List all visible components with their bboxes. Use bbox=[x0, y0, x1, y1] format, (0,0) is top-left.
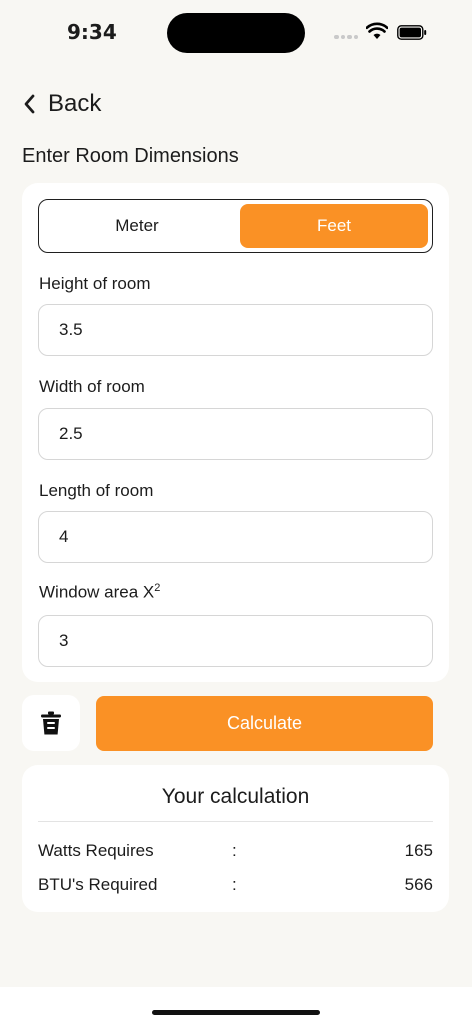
result-separator: : bbox=[232, 841, 237, 860]
chevron-left-icon bbox=[24, 94, 35, 114]
result-label: Watts Requires bbox=[38, 841, 154, 860]
section-title: Enter Room Dimensions bbox=[22, 145, 239, 167]
window-label: Window area X2 bbox=[39, 582, 160, 603]
window-label-sup: 2 bbox=[154, 582, 161, 594]
signal-icon bbox=[334, 35, 358, 39]
width-label: Width of room bbox=[39, 377, 145, 396]
result-value: 165 bbox=[404, 841, 433, 860]
result-divider bbox=[38, 821, 433, 822]
unit-toggle: Meter Feet bbox=[38, 199, 433, 253]
height-label: Height of room bbox=[39, 274, 151, 293]
window-label-text: Window area X bbox=[39, 582, 155, 602]
battery-icon bbox=[397, 25, 427, 40]
status-bar: 9:34 bbox=[0, 0, 472, 64]
length-input[interactable] bbox=[38, 511, 433, 563]
status-time: 9:34 bbox=[67, 20, 117, 44]
result-title: Your calculation bbox=[161, 785, 310, 808]
home-indicator[interactable] bbox=[152, 1010, 320, 1015]
dynamic-island bbox=[167, 13, 305, 53]
bottom-safe-area bbox=[0, 987, 472, 1024]
width-input[interactable] bbox=[38, 408, 433, 460]
clear-button[interactable] bbox=[22, 695, 80, 751]
result-label: BTU's Required bbox=[38, 875, 158, 894]
dimensions-card: Meter Feet Height of room Width of room … bbox=[22, 183, 449, 682]
back-button[interactable]: Back bbox=[22, 90, 101, 118]
window-input[interactable] bbox=[38, 615, 433, 667]
result-separator: : bbox=[232, 875, 237, 894]
trash-icon bbox=[41, 711, 61, 735]
unit-option-meter[interactable]: Meter bbox=[43, 204, 231, 248]
result-card: Your calculation Watts Requires : 165 BT… bbox=[22, 765, 449, 912]
back-label: Back bbox=[48, 90, 102, 117]
length-label: Length of room bbox=[39, 481, 154, 500]
wifi-icon bbox=[366, 22, 388, 39]
height-input[interactable] bbox=[38, 304, 433, 356]
calculate-button[interactable]: Calculate bbox=[96, 696, 433, 751]
unit-option-feet[interactable]: Feet bbox=[240, 204, 428, 248]
result-value: 566 bbox=[404, 875, 433, 894]
